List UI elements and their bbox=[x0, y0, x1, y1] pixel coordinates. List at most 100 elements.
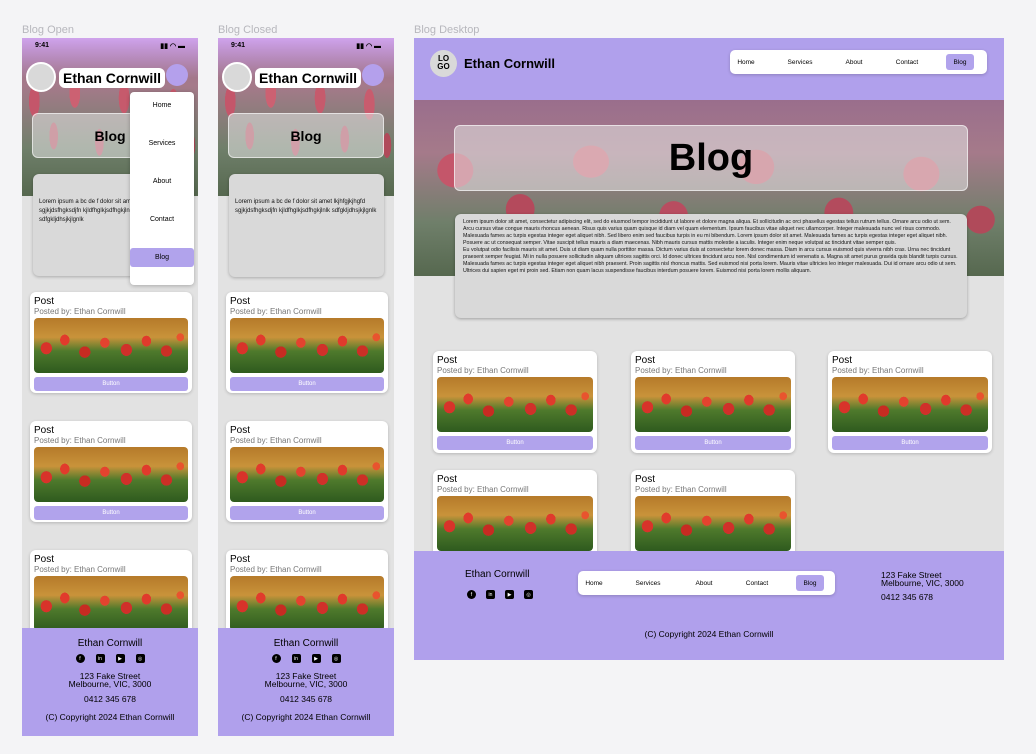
social-links: f in ▶ ◎ bbox=[218, 654, 394, 663]
nav-about[interactable]: About bbox=[838, 54, 870, 70]
menu-item-services[interactable]: Services bbox=[130, 134, 194, 153]
post-author: Posted by: Ethan Cornwill bbox=[34, 307, 126, 316]
post-button[interactable]: Button bbox=[230, 377, 384, 391]
post-image bbox=[230, 576, 384, 631]
facebook-icon[interactable]: f bbox=[467, 590, 476, 599]
menu-toggle-button[interactable] bbox=[166, 64, 188, 86]
header: LO GO Ethan Cornwill Home Services About… bbox=[414, 38, 1004, 100]
intro-paragraph-2: Eu volutpat odio facilisis mauris sit am… bbox=[463, 247, 958, 274]
post-card: Post Posted by: Ethan Cornwill Button bbox=[828, 351, 992, 453]
post-button[interactable]: Button bbox=[437, 436, 593, 450]
post-card: Post Posted by: Ethan Cornwill Button bbox=[226, 421, 388, 522]
footer-phone: 0412 345 678 bbox=[84, 694, 136, 704]
post-image bbox=[437, 496, 593, 551]
instagram-icon[interactable]: ◎ bbox=[331, 654, 341, 663]
footer: Ethan Cornwill f in ▶ ◎ Home Services Ab… bbox=[414, 551, 1004, 660]
frame-label-blog-closed: Blog Closed bbox=[218, 24, 278, 36]
logo[interactable]: LO GO bbox=[430, 50, 457, 77]
post-card: Post Posted by: Ethan Cornwill Button bbox=[30, 421, 192, 522]
menu-item-about[interactable]: About bbox=[130, 172, 194, 191]
footer-nav-services[interactable]: Services bbox=[628, 575, 668, 591]
site-name: Ethan Cornwill bbox=[59, 68, 165, 88]
post-author: Posted by: Ethan Cornwill bbox=[230, 565, 322, 574]
post-image bbox=[635, 377, 791, 432]
footer-phone: 0412 345 678 bbox=[280, 694, 332, 704]
desktop-frame: LO GO Ethan Cornwill Home Services About… bbox=[414, 38, 1004, 660]
post-title: Post bbox=[437, 474, 458, 485]
post-title: Post bbox=[230, 554, 251, 565]
linkedin-icon[interactable]: in bbox=[486, 590, 495, 599]
instagram-icon[interactable]: ◎ bbox=[524, 590, 533, 599]
post-author: Posted by: Ethan Cornwill bbox=[832, 366, 924, 375]
youtube-icon[interactable]: ▶ bbox=[505, 590, 514, 599]
phone-frame-closed: 9:41 ▮▮ ◠ ▬ Ethan Cornwill Blog Lorem ip… bbox=[218, 38, 394, 736]
nav-contact[interactable]: Contact bbox=[888, 54, 926, 70]
status-time: 9:41 bbox=[231, 42, 246, 49]
page-title: Blog bbox=[454, 125, 968, 191]
facebook-icon[interactable]: f bbox=[271, 654, 281, 663]
linkedin-icon[interactable]: in bbox=[95, 654, 105, 663]
footer-nav-about[interactable]: About bbox=[688, 575, 720, 591]
footer-nav-contact[interactable]: Contact bbox=[738, 575, 776, 591]
youtube-icon[interactable]: ▶ bbox=[115, 654, 125, 663]
post-author: Posted by: Ethan Cornwill bbox=[437, 485, 529, 494]
footer-copyright: (C) Copyright 2024 Ethan Cornwill bbox=[45, 712, 175, 722]
footer-nav: Home Services About Contact Blog bbox=[578, 571, 835, 595]
social-links: f in ▶ ◎ bbox=[467, 590, 533, 599]
footer-nav-blog[interactable]: Blog bbox=[796, 575, 824, 591]
post-title: Post bbox=[635, 474, 656, 485]
linkedin-icon[interactable]: in bbox=[291, 654, 301, 663]
frame-label-blog-desktop: Blog Desktop bbox=[414, 24, 480, 36]
youtube-icon[interactable]: ▶ bbox=[311, 654, 321, 663]
post-title: Post bbox=[230, 425, 251, 436]
instagram-icon[interactable]: ◎ bbox=[135, 654, 145, 663]
nav-home[interactable]: Home bbox=[732, 54, 760, 70]
post-button[interactable]: Button bbox=[635, 436, 791, 450]
menu-item-contact[interactable]: Contact bbox=[130, 210, 194, 229]
footer-address: 123 Fake Street Melbourne, VIC, 3000 bbox=[218, 672, 394, 689]
dropdown-menu: Home Services About Contact Blog bbox=[130, 92, 194, 285]
post-title: Post bbox=[34, 425, 55, 436]
site-name: Ethan Cornwill bbox=[464, 56, 555, 71]
post-image bbox=[230, 318, 384, 373]
status-bar: 9:41 ▮▮ ◠ ▬ bbox=[22, 38, 198, 56]
post-author: Posted by: Ethan Cornwill bbox=[230, 436, 322, 445]
social-links: f in ▶ ◎ bbox=[22, 654, 198, 663]
post-title: Post bbox=[635, 355, 656, 366]
facebook-icon[interactable]: f bbox=[75, 654, 85, 663]
post-image bbox=[34, 447, 188, 502]
footer-address: 123 Fake Street Melbourne, VIC, 3000 bbox=[22, 672, 198, 689]
post-card: Post Posted by: Ethan Cornwill Button bbox=[226, 292, 388, 393]
footer: Ethan Cornwill f in ▶ ◎ 123 Fake Street … bbox=[218, 628, 394, 736]
post-button[interactable]: Button bbox=[34, 506, 188, 520]
post-button[interactable]: Button bbox=[230, 506, 384, 520]
post-title: Post bbox=[230, 296, 251, 307]
footer-name: Ethan Cornwill bbox=[77, 638, 143, 649]
site-name: Ethan Cornwill bbox=[255, 68, 361, 88]
footer-copyright: (C) Copyright 2024 Ethan Cornwill bbox=[241, 712, 371, 722]
menu-toggle-button[interactable] bbox=[362, 64, 384, 86]
post-image bbox=[437, 377, 593, 432]
post-card: Post Posted by: Ethan Cornwill Button bbox=[631, 351, 795, 453]
intro-card: Lorem ipsum a bc de f dolor sit amet lkj… bbox=[229, 174, 384, 277]
post-author: Posted by: Ethan Cornwill bbox=[34, 565, 126, 574]
footer-name: Ethan Cornwill bbox=[465, 569, 530, 580]
menu-item-home[interactable]: Home bbox=[130, 96, 194, 115]
intro-paragraph-1: Lorem ipsum dolor sit amet, consectetur … bbox=[463, 219, 951, 246]
post-author: Posted by: Ethan Cornwill bbox=[230, 307, 322, 316]
post-button[interactable]: Button bbox=[34, 377, 188, 391]
post-card: Post Posted by: Ethan Cornwill Button bbox=[433, 351, 597, 453]
post-author: Posted by: Ethan Cornwill bbox=[635, 485, 727, 494]
avatar bbox=[26, 62, 56, 92]
post-title: Post bbox=[437, 355, 458, 366]
post-title: Post bbox=[34, 554, 55, 565]
post-button[interactable]: Button bbox=[832, 436, 988, 450]
footer-nav-home[interactable]: Home bbox=[580, 575, 608, 591]
post-author: Posted by: Ethan Cornwill bbox=[34, 436, 126, 445]
avatar bbox=[222, 62, 252, 92]
menu-item-blog[interactable]: Blog bbox=[130, 248, 194, 267]
intro-card: Lorem ipsum dolor sit amet, consectetur … bbox=[455, 214, 967, 318]
phone-frame-open: 9:41 ▮▮ ◠ ▬ Ethan Cornwill Blog Lorem ip… bbox=[22, 38, 198, 736]
nav-services[interactable]: Services bbox=[780, 54, 820, 70]
nav-blog[interactable]: Blog bbox=[946, 54, 974, 70]
